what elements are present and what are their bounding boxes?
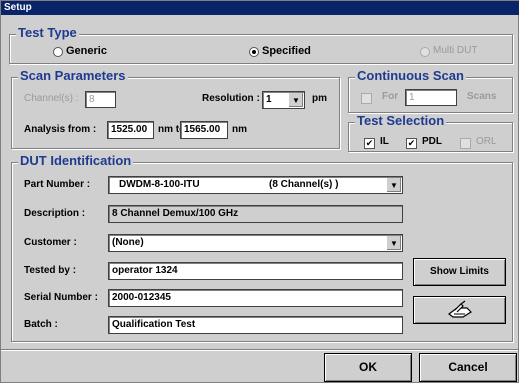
test-selection-group: Test Selection ✔ IL ✔ PDL ORL [348, 114, 513, 152]
specified-radio[interactable] [249, 47, 259, 57]
continuous-scan-legend: Continuous Scan [355, 68, 466, 83]
edit-button[interactable] [413, 296, 506, 324]
generic-label[interactable]: Generic [66, 44, 107, 58]
test-type-legend: Test Type [16, 25, 79, 40]
cancel-button[interactable]: Cancel [419, 353, 517, 382]
customer-select[interactable]: (None) ▼ [108, 234, 403, 252]
continuous-for-checkbox [361, 93, 372, 104]
multi-dut-label: Multi DUT [433, 45, 478, 56]
resolution-select[interactable]: 1 ▼ [262, 91, 305, 109]
multi-dut-radio [420, 47, 430, 57]
scans-label: Scans [467, 91, 497, 102]
chevron-down-icon[interactable]: ▼ [386, 178, 401, 192]
ok-button[interactable]: OK [324, 353, 412, 382]
description-field: 8 Channel Demux/100 GHz [108, 205, 403, 223]
analysis-from-input[interactable]: 1525.00 [107, 121, 154, 139]
test-selection-legend: Test Selection [355, 113, 447, 128]
generic-radio[interactable] [53, 47, 63, 57]
scan-parameters-group: Scan Parameters Channel(s) : 8 Resolutio… [11, 69, 340, 149]
scan-count-input: 1 [405, 89, 457, 106]
orl-label: ORL [476, 136, 497, 147]
resolution-label: Resolution : [202, 93, 260, 104]
part-number-select[interactable]: DWDM-8-100-ITU (8 Channel(s) ) ▼ [108, 176, 403, 194]
customer-value: (None) [112, 237, 144, 248]
description-label: Description : [24, 208, 86, 219]
customer-label: Customer : [24, 237, 77, 248]
analysis-from-label: Analysis from : [24, 124, 97, 135]
resolution-value: 1 [266, 94, 272, 105]
dut-identification-legend: DUT Identification [18, 153, 134, 168]
channels-label: Channel(s) : [24, 93, 79, 104]
show-limits-button[interactable]: Show Limits [413, 258, 506, 286]
setup-dialog: Setup Test Type Generic Specified Multi … [0, 0, 519, 383]
window-title: Setup [1, 1, 519, 15]
dut-identification-group: DUT Identification Part Number : DWDM-8-… [11, 154, 513, 342]
test-type-group: Test Type Generic Specified Multi DUT [9, 26, 513, 64]
nm-label: nm [232, 124, 247, 135]
chevron-down-icon[interactable]: ▼ [288, 93, 303, 107]
resolution-unit: pm [312, 93, 327, 104]
part-number-value: DWDM-8-100-ITU [119, 179, 200, 190]
serial-number-input[interactable]: 2000-012345 [108, 289, 403, 307]
scan-parameters-legend: Scan Parameters [18, 68, 128, 83]
continuous-scan-group: Continuous Scan For 1 Scans [348, 69, 513, 113]
chevron-down-icon[interactable]: ▼ [386, 236, 401, 250]
part-number-label: Part Number : [24, 179, 91, 190]
tested-by-input[interactable]: operator 1324 [108, 262, 403, 280]
serial-number-label: Serial Number : [24, 292, 98, 303]
batch-label: Batch : [24, 319, 58, 330]
hand-pencil-icon [447, 300, 472, 318]
orl-checkbox [460, 138, 471, 149]
specified-label[interactable]: Specified [262, 44, 311, 58]
analysis-to-input[interactable]: 1565.00 [180, 121, 228, 139]
il-checkbox[interactable]: ✔ [364, 138, 375, 149]
for-label: For [382, 91, 399, 102]
il-label[interactable]: IL [380, 135, 389, 149]
pdl-label[interactable]: PDL [422, 135, 442, 149]
tested-by-label: Tested by : [24, 265, 77, 276]
batch-input[interactable]: Qualification Test [108, 316, 403, 334]
pdl-checkbox[interactable]: ✔ [406, 138, 417, 149]
channels-input: 8 [85, 91, 116, 108]
part-number-channels: (8 Channel(s) ) [269, 179, 339, 190]
